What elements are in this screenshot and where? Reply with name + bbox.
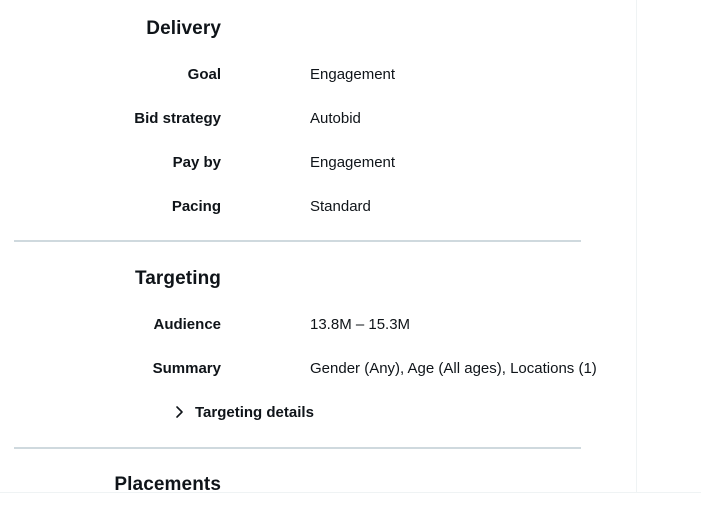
pacing-value: Standard (310, 198, 371, 215)
pacing-label: Pacing (171, 198, 221, 215)
bottom-border (0, 492, 701, 493)
bid-strategy-label: Bid strategy (134, 110, 221, 127)
section-divider (14, 240, 581, 242)
targeting-details-label: Targeting details (195, 403, 314, 421)
campaign-review-panel: Delivery Goal Engagement Bid strategy Au… (0, 0, 636, 492)
goal-value: Engagement (310, 66, 396, 83)
goal-label: Goal (187, 66, 221, 83)
chevron-right-icon (174, 403, 186, 421)
summary-value: Gender (Any), Age (All ages), Locations … (310, 360, 597, 377)
placements-section-title: Placements (114, 474, 221, 492)
audience-value: 13.8M – 15.3M (310, 316, 411, 333)
bid-strategy-value: Autobid (310, 110, 361, 127)
targeting-section-title: Targeting (134, 268, 221, 289)
pay-by-value: Engagement (310, 154, 396, 171)
section-divider (14, 447, 581, 449)
summary-label: Summary (152, 360, 221, 377)
audience-label: Audience (153, 316, 221, 333)
targeting-details-toggle[interactable]: Targeting details (174, 403, 314, 421)
pay-by-label: Pay by (172, 154, 221, 171)
delivery-section-title: Delivery (146, 18, 221, 39)
right-column-divider (636, 0, 637, 492)
